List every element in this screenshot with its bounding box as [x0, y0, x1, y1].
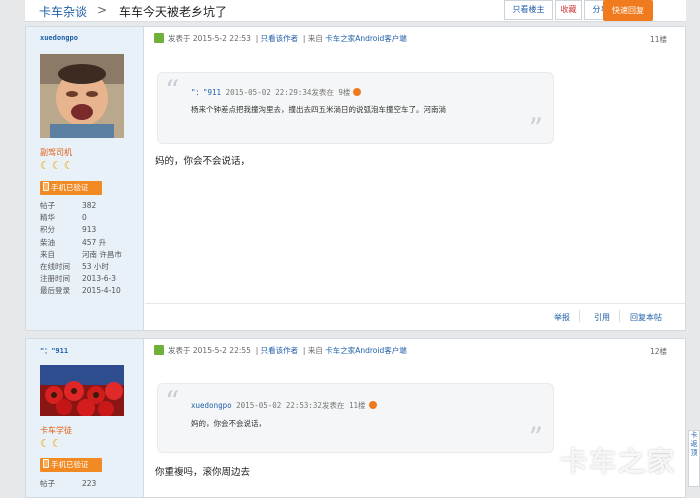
author-only-button[interactable]: 只看楼主	[504, 0, 553, 20]
close-quote-icon: ”	[528, 421, 543, 454]
phone-icon	[43, 182, 49, 191]
phone-verified-label: 手机已验证	[51, 460, 89, 469]
breadcrumb-separator: >	[97, 3, 108, 17]
phone-icon	[43, 459, 49, 468]
quick-reply-button[interactable]: 快速回复	[603, 0, 653, 21]
user-stats: 帖子 382 精华 0 积分 913 柴油 457 升 来自 河南 许昌市 在线时间 53 …	[40, 200, 122, 298]
stat-row: 帖子 223	[40, 479, 97, 488]
username-link[interactable]: xuedongpo	[40, 34, 78, 42]
user-rank: 副驾司机	[40, 148, 72, 157]
favorite-button[interactable]: 收藏	[555, 0, 582, 20]
moon-level-icon: ☾☾☾	[40, 159, 76, 172]
stat-row: 在线时间 53 小时	[40, 261, 109, 271]
username-link[interactable]: "："911	[40, 346, 68, 356]
post-status-icon	[154, 33, 164, 43]
post-time: 发表于 2015-5-2 22:53	[168, 34, 251, 43]
thread-header: 卡车杂谈 > 车车今天被老乡坑了 只看楼主 收藏 分享	[25, 0, 686, 22]
quoted-user-link[interactable]: xuedongpo	[191, 401, 232, 410]
post-meta: 发表于 2015-5-2 22:55 | 只看该作者 | 来自 卡车之家Andr…	[154, 345, 407, 356]
user-avatar[interactable]	[40, 365, 124, 416]
user-stats: 帖子 223	[40, 478, 96, 490]
author-only-link[interactable]: 只看该作者	[261, 346, 299, 355]
quote-block: “ ” xuedongpo 2015-05-02 22:53:32发表在 11楼…	[157, 383, 554, 453]
post-floor-11: xuedongpo 副驾司机 ☾☾☾ 手机已验证 帖子 382 精华 0 积分 913…	[25, 26, 686, 331]
floor-number: 11楼	[649, 35, 667, 44]
user-sidebar: "："911 卡车学徒 ☾☾ 手机已验证 帖子 223	[26, 339, 144, 497]
post-meta: 发表于 2015-5-2 22:53 | 只看该作者 | 来自 卡车之家Andr…	[154, 33, 407, 44]
thread-title: 车车今天被老乡坑了	[119, 5, 228, 19]
post-content: 发表于 2015-5-2 22:53 | 只看该作者 | 来自 卡车之家Andr…	[145, 27, 685, 330]
goto-post-icon[interactable]	[353, 88, 362, 96]
stat-row: 注册时间 2013-6-3	[40, 274, 117, 284]
site-watermark: 卡车之家	[560, 447, 676, 478]
open-quote-icon: “	[165, 385, 180, 418]
report-link[interactable]: 举报	[554, 312, 570, 323]
floor-number: 12楼	[649, 347, 667, 356]
quote-time: 2015-05-02 22:29:34发表在 9楼	[225, 88, 351, 97]
stat-row: 柴油 457 升	[40, 237, 107, 247]
quote-link[interactable]: 引用	[594, 312, 610, 323]
phone-verified-badge: 手机已验证	[40, 181, 102, 195]
stat-row: 最后登录 2015-4-10	[40, 286, 121, 296]
quote-text: 妈的，你会不会说话，	[191, 419, 266, 428]
stat-row: 积分 913	[40, 225, 97, 235]
user-rank: 卡车学徒	[40, 426, 72, 435]
quote-header: "："911 2015-05-02 22:29:34发表在 9楼	[191, 87, 362, 98]
goto-post-icon[interactable]	[368, 401, 377, 409]
client-link[interactable]: 卡车之家Android客户端	[325, 346, 407, 355]
quote-text: 杨来个钟差点把我撞沟里去，撞出去四五米淌日的说弧泡车撞空车了。河南淌	[191, 105, 446, 114]
breadcrumb-forum[interactable]: 卡车杂谈	[39, 3, 87, 20]
user-sidebar: xuedongpo 副驾司机 ☾☾☾ 手机已验证 帖子 382 精华 0 积分 913…	[26, 27, 144, 330]
stat-row: 来自 河南 许昌市	[40, 249, 122, 259]
stat-row: 精华 0	[40, 213, 87, 223]
post-footer: 举报 引用 回复本帖	[145, 303, 685, 330]
post-body: 妈的，你会不会说话，	[155, 156, 251, 167]
quote-block: “ ” "："911 2015-05-02 22:29:34发表在 9楼 杨来个…	[157, 72, 554, 144]
post-status-icon	[154, 345, 164, 355]
phone-verified-badge: 手机已验证	[40, 458, 102, 472]
close-quote-icon: ”	[528, 112, 543, 145]
float-toolbar[interactable]: 卡 返 顶	[688, 430, 700, 487]
from-label: 来自	[307, 34, 323, 43]
footer-divider	[619, 310, 620, 322]
reply-link[interactable]: 回复本帖	[630, 312, 662, 323]
from-label: 来自	[307, 346, 323, 355]
user-avatar[interactable]	[40, 54, 124, 138]
open-quote-icon: “	[165, 74, 180, 107]
post-body: 你重複吗，滚你周边去	[155, 467, 251, 478]
quote-header: xuedongpo 2015-05-02 22:53:32发表在 11楼	[191, 400, 377, 411]
moon-level-icon: ☾☾	[40, 437, 64, 450]
author-only-link[interactable]: 只看该作者	[261, 34, 299, 43]
quoted-user-link[interactable]: "："911	[191, 88, 221, 97]
quote-time: 2015-05-02 22:53:32发表在 11楼	[236, 401, 366, 410]
post-time: 发表于 2015-5-2 22:55	[168, 346, 251, 355]
footer-divider	[579, 310, 580, 322]
client-link[interactable]: 卡车之家Android客户端	[325, 34, 407, 43]
stat-row: 帖子 382	[40, 201, 97, 210]
phone-verified-label: 手机已验证	[51, 183, 89, 192]
